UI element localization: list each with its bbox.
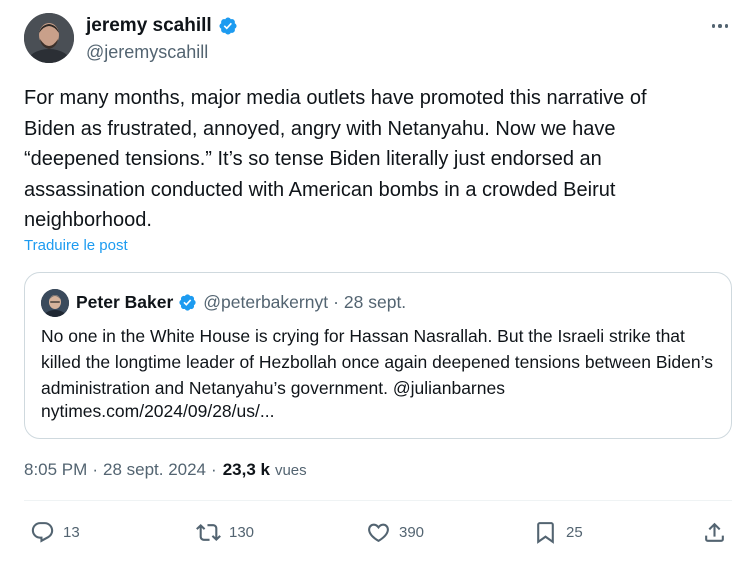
quoted-tweet-link[interactable]: nytimes.com/2024/09/28/us/... xyxy=(41,401,274,422)
bookmark-button[interactable]: 25 xyxy=(533,520,583,545)
views-label: vues xyxy=(274,461,307,479)
more-options-button[interactable] xyxy=(708,16,732,36)
quoted-header: Peter Baker @peterbakernyt · 28 sept. xyxy=(76,292,406,313)
bookmark-count: 25 xyxy=(566,524,583,541)
translate-post-link[interactable]: Traduire le post xyxy=(24,237,128,254)
author-name-row[interactable]: jeremy scahill xyxy=(86,15,238,37)
divider xyxy=(24,500,732,501)
quoted-author-avatar xyxy=(41,289,69,317)
meta-separator-2: · xyxy=(211,460,217,479)
tweet-time[interactable]: 8:05 PM xyxy=(24,460,87,480)
like-count: 390 xyxy=(399,524,425,541)
verified-badge-icon xyxy=(219,17,237,35)
more-dots-icon xyxy=(711,24,716,28)
quoted-author-handle: @peterbakernyt xyxy=(203,292,329,312)
share-button[interactable] xyxy=(702,520,727,545)
like-button[interactable]: 390 xyxy=(366,520,424,545)
quoted-date: 28 sept. xyxy=(343,292,407,312)
heart-icon xyxy=(368,523,389,543)
reply-button[interactable]: 13 xyxy=(30,520,80,545)
quoted-tweet-text: No one in the White House is crying for … xyxy=(41,326,713,398)
author-name[interactable]: jeremy scahill xyxy=(86,15,212,37)
share-upload-icon xyxy=(705,522,724,542)
bookmark-icon xyxy=(537,522,554,544)
quoted-author-name: Peter Baker xyxy=(76,292,174,312)
reply-count: 13 xyxy=(63,524,80,541)
tweet-meta: 8:05 PM · 28 sept. 2024 · 23,3 k vues xyxy=(24,460,307,480)
views-count: 23,3 k xyxy=(222,460,270,479)
tweet-date[interactable]: 28 sept. 2024 xyxy=(103,460,206,480)
reply-bubble-icon xyxy=(31,522,54,543)
repost-button[interactable]: 130 xyxy=(196,520,254,545)
repost-arrows-icon xyxy=(196,524,221,541)
quoted-separator: · xyxy=(333,292,339,312)
tweet-text: For many months, major media outlets hav… xyxy=(24,87,647,231)
quoted-tweet-card[interactable]: Peter Baker @peterbakernyt · 28 sept. No… xyxy=(24,272,732,439)
quoted-verified-badge-icon xyxy=(179,294,196,311)
author-handle[interactable]: @jeremyscahill xyxy=(86,42,208,63)
meta-separator: · xyxy=(92,460,98,479)
repost-count: 130 xyxy=(229,524,255,541)
author-avatar[interactable] xyxy=(24,13,74,63)
